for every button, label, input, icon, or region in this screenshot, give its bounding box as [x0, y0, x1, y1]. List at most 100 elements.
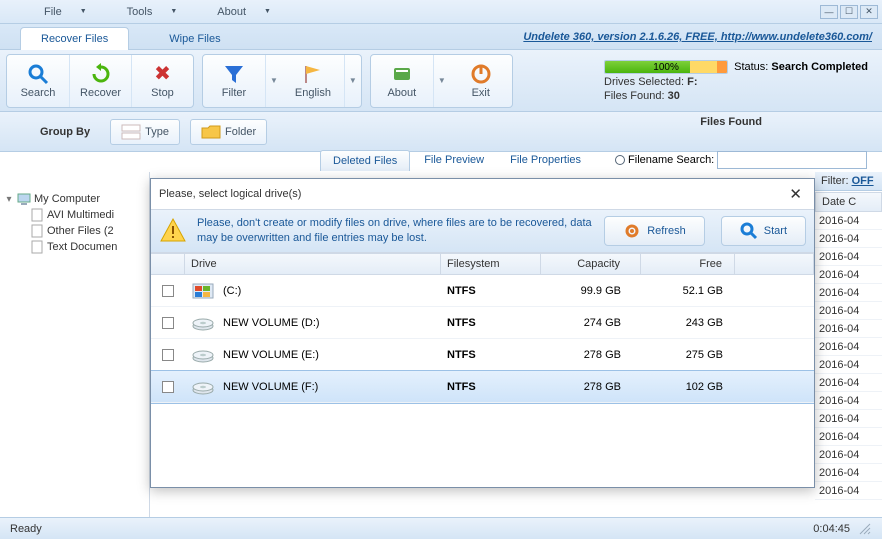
search-radio[interactable] — [615, 155, 625, 165]
date-cell: 2016-04 — [815, 392, 882, 410]
drive-label: NEW VOLUME (E:) — [223, 349, 319, 361]
tree-item-avi[interactable]: AVI Multimedi — [4, 208, 145, 222]
search-label: Search — [21, 87, 56, 99]
resize-handle-icon[interactable] — [858, 522, 872, 536]
drive-capacity: 278 GB — [541, 349, 641, 361]
col-header-capacity[interactable]: Capacity — [541, 254, 641, 274]
progress-bar: 100% — [604, 60, 728, 74]
recover-button[interactable]: Recover — [69, 55, 131, 107]
collapse-icon[interactable]: ▾ — [4, 194, 14, 205]
exit-icon — [470, 63, 492, 85]
title-bar: File▼ Tools▼ About▼ — ☐ ✕ — [0, 0, 882, 24]
tab-file-preview[interactable]: File Preview — [412, 150, 496, 170]
filter-toggle[interactable]: OFF — [852, 175, 874, 187]
groupby-folder-button[interactable]: Folder — [190, 119, 267, 145]
col-header-drive[interactable]: Drive — [185, 254, 441, 274]
filter-label: Filter — [222, 87, 246, 99]
dropdown-icon: ▼ — [264, 8, 271, 15]
tree-root[interactable]: ▾ My Computer — [4, 192, 145, 206]
drive-free: 52.1 GB — [641, 285, 735, 297]
drive-free: 102 GB — [641, 381, 735, 393]
drive-fs: NTFS — [441, 349, 541, 361]
date-cell: 2016-04 — [815, 446, 882, 464]
search-icon — [27, 63, 49, 85]
dialog-title: Please, select logical drive(s) — [159, 188, 301, 200]
filter-icon — [223, 63, 245, 85]
date-cell: 2016-04 — [815, 482, 882, 500]
drive-label: NEW VOLUME (D:) — [223, 317, 320, 329]
folder-icon — [201, 124, 221, 140]
drive-label: (C:) — [223, 285, 241, 297]
drive-capacity: 278 GB — [541, 381, 641, 393]
column-header-date[interactable]: Date C — [815, 192, 882, 212]
version-link[interactable]: Undelete 360, version 2.1.6.26, FREE, ht… — [523, 31, 872, 49]
drive-row[interactable]: NEW VOLUME (E:)NTFS278 GB275 GB — [151, 339, 814, 371]
groupby-toolbar: Group By Type Folder Files Found — [0, 112, 882, 152]
date-cell: 2016-04 — [815, 302, 882, 320]
filter-dropdown[interactable]: ▼ — [265, 55, 282, 107]
status-ready: Ready — [10, 523, 42, 535]
files-found-header: Files Found — [700, 116, 762, 128]
date-cell: 2016-04 — [815, 410, 882, 428]
main-toolbar: Search Recover ✖ Stop Filter ▼ English ▼… — [0, 50, 882, 112]
refresh-button[interactable]: Refresh — [604, 216, 705, 246]
drive-select-dialog: Please, select logical drive(s) ✕ Please… — [150, 178, 815, 488]
filename-search-input[interactable] — [717, 151, 867, 169]
date-cell: 2016-04 — [815, 212, 882, 230]
language-button[interactable]: English — [282, 55, 344, 107]
drive-capacity: 274 GB — [541, 317, 641, 329]
filter-button[interactable]: Filter — [203, 55, 265, 107]
tree-item-text[interactable]: Text Documen — [4, 240, 145, 254]
progress-label: 100% — [605, 61, 727, 74]
tab-file-properties[interactable]: File Properties — [498, 150, 593, 170]
minimize-button[interactable]: — — [820, 5, 838, 19]
date-cell: 2016-04 — [815, 266, 882, 284]
about-button[interactable]: About — [371, 55, 433, 107]
groupby-type-button[interactable]: Type — [110, 119, 180, 145]
drive-fs: NTFS — [441, 381, 541, 393]
col-header-fs[interactable]: Filesystem — [441, 254, 541, 274]
stacked-icon — [121, 124, 141, 140]
close-button[interactable]: ✕ — [860, 5, 878, 19]
exit-button[interactable]: Exit — [450, 55, 512, 107]
stop-button[interactable]: ✖ Stop — [131, 55, 193, 107]
warning-icon — [159, 217, 187, 245]
tab-deleted-files[interactable]: Deleted Files — [320, 150, 410, 171]
dialog-info-text: Please, don't create or modify files on … — [197, 216, 594, 246]
status-bar: Ready 0:04:45 — [0, 517, 882, 539]
menu-tools[interactable]: Tools▼ — [127, 6, 178, 18]
stop-icon: ✖ — [152, 63, 174, 85]
drive-row[interactable]: NEW VOLUME (D:)NTFS274 GB243 GB — [151, 307, 814, 339]
dialog-close-button[interactable]: ✕ — [785, 185, 806, 203]
stop-label: Stop — [151, 87, 174, 99]
date-cell: 2016-04 — [815, 248, 882, 266]
tree-panel: ▾ My Computer AVI Multimedi Other Files … — [0, 172, 150, 517]
app-tabs: Recover Files Wipe Files Undelete 360, v… — [0, 24, 882, 50]
menu-file[interactable]: File▼ — [44, 6, 87, 18]
tree-item-other[interactable]: Other Files (2 — [4, 224, 145, 238]
search-button[interactable]: Search — [7, 55, 69, 107]
tab-recover-files[interactable]: Recover Files — [20, 27, 129, 50]
drive-checkbox[interactable] — [162, 285, 174, 297]
start-button[interactable]: Start — [721, 216, 806, 246]
drive-row[interactable]: (C:)NTFS99.9 GB52.1 GB — [151, 275, 814, 307]
drive-checkbox[interactable] — [162, 349, 174, 361]
drive-row[interactable]: NEW VOLUME (F:) NTFS278 GB102 GB — [151, 371, 814, 403]
drive-checkbox[interactable] — [162, 317, 174, 329]
drive-checkbox[interactable] — [162, 381, 174, 393]
dropdown-icon: ▼ — [170, 8, 177, 15]
file-icon — [30, 208, 44, 222]
about-dropdown[interactable]: ▼ — [433, 55, 450, 107]
tab-wipe-files[interactable]: Wipe Files — [149, 28, 240, 50]
dropdown-icon: ▼ — [80, 8, 87, 15]
maximize-button[interactable]: ☐ — [840, 5, 858, 19]
col-header-free[interactable]: Free — [641, 254, 735, 274]
date-cell: 2016-04 — [815, 338, 882, 356]
drive-label: NEW VOLUME (F:) — [223, 381, 318, 393]
menu-about[interactable]: About▼ — [217, 6, 271, 18]
about-icon — [391, 63, 413, 85]
about-label: About — [387, 87, 416, 99]
filter-strip: Filter: OFF — [815, 172, 882, 191]
language-dropdown[interactable]: ▼ — [344, 55, 361, 107]
search-icon — [740, 222, 758, 240]
